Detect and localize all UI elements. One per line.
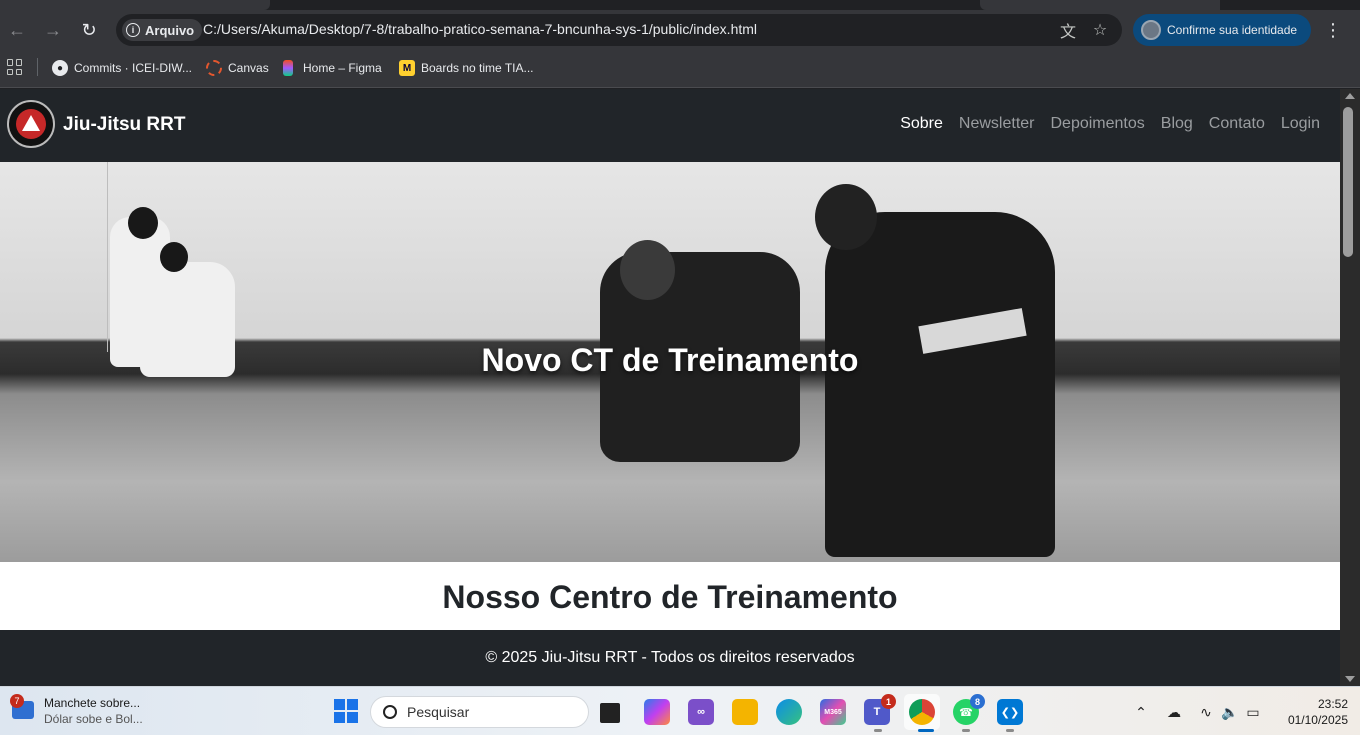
bookmark-label: Boards no time TIA...: [421, 61, 534, 75]
chrome-icon[interactable]: [909, 699, 935, 725]
news-widget[interactable]: 7 Manchete sobre... Dólar sobe e Bol...: [10, 694, 143, 727]
nav-link-blog[interactable]: Blog: [1161, 115, 1193, 133]
forward-arrow-icon[interactable]: →: [41, 18, 65, 42]
bookmark-figma[interactable]: Home – Figma: [283, 58, 382, 78]
cloud-off-icon[interactable]: ☁: [1164, 701, 1184, 723]
identity-button[interactable]: Confirme sua identidade: [1133, 14, 1311, 46]
bookmarks-divider: [37, 58, 38, 76]
site-info-chip[interactable]: i Arquivo: [122, 19, 203, 41]
scrollbar-thumb[interactable]: [1343, 107, 1353, 257]
search-placeholder: Pesquisar: [407, 704, 470, 720]
clock-date: 01/10/2025: [1287, 713, 1348, 727]
vscode-icon[interactable]: ❮❯: [997, 699, 1023, 725]
active-tab-edge[interactable]: [0, 0, 270, 10]
news-badge: 7: [10, 694, 24, 708]
miro-icon: M: [399, 60, 415, 76]
news-icon: 7: [10, 694, 34, 719]
chrome-running-indicator: [918, 729, 934, 732]
whatsapp-icon[interactable]: ☎ 8: [953, 694, 985, 725]
logo-triangle: [22, 115, 40, 131]
system-clock[interactable]: 23:52 01/10/2025: [1272, 696, 1348, 728]
hero-fighter-kneeling: [825, 212, 1055, 557]
task-view-icon[interactable]: [600, 703, 620, 723]
whatsapp-running-indicator: [962, 729, 970, 732]
page-scrollbar[interactable]: [1340, 89, 1360, 686]
hero-fighter-head: [128, 207, 158, 239]
whatsapp-badge: 8: [970, 694, 985, 709]
news-subtitle: Dólar sobe e Bol...: [44, 712, 143, 726]
menu-kebab-icon[interactable]: ⋮: [1324, 18, 1342, 42]
bookmark-label: Home – Figma: [303, 61, 382, 75]
teams-badge: 1: [881, 694, 896, 709]
scroll-up-icon[interactable]: [1345, 93, 1355, 99]
figma-icon: [283, 60, 293, 76]
page-viewport: Jiu-Jitsu RRT Sobre Newsletter Depoiment…: [0, 89, 1340, 686]
reload-icon[interactable]: ↻: [77, 18, 101, 42]
github-icon: ●: [52, 60, 68, 76]
translate-icon[interactable]: 文: [1058, 20, 1078, 41]
scroll-down-icon[interactable]: [1345, 676, 1355, 682]
nav-link-newsletter[interactable]: Newsletter: [959, 115, 1035, 133]
file-explorer-icon[interactable]: [732, 699, 758, 725]
section-title: Nosso Centro de Treinamento: [442, 579, 898, 615]
star-icon[interactable]: ☆: [1090, 20, 1110, 40]
search-icon: [383, 705, 397, 719]
inactive-tab-edge[interactable]: [980, 0, 1220, 10]
bookmark-miro[interactable]: M Boards no time TIA...: [399, 58, 534, 78]
copilot-icon[interactable]: [644, 699, 670, 725]
news-title: Manchete sobre...: [44, 696, 141, 710]
apps-grid-icon[interactable]: [7, 59, 23, 75]
edge-icon[interactable]: [776, 699, 802, 725]
site-footer: © 2025 Jiu-Jitsu RRT - Todos os direitos…: [0, 630, 1340, 686]
info-icon: i: [126, 23, 140, 37]
nav-link-sobre[interactable]: Sobre: [900, 115, 943, 133]
brand-logo[interactable]: [7, 100, 55, 148]
battery-icon[interactable]: ▭: [1244, 701, 1262, 723]
profile-avatar: [1141, 20, 1161, 40]
identity-label: Confirme sua identidade: [1167, 23, 1298, 37]
hero-banner: Novo CT de Treinamento: [0, 162, 1340, 562]
taskbar-search[interactable]: Pesquisar: [370, 696, 589, 728]
bookmark-label: Canvas: [228, 61, 269, 75]
hero-fighter-head: [620, 240, 675, 300]
nav-link-login[interactable]: Login: [1281, 115, 1320, 133]
taskbar: 7 Manchete sobre... Dólar sobe e Bol... …: [0, 686, 1360, 735]
vscode-running-indicator: [1006, 729, 1014, 732]
bookmark-commits[interactable]: ● Commits · ICEI-DIW...: [52, 58, 192, 78]
brand-name[interactable]: Jiu-Jitsu RRT: [63, 114, 185, 136]
m365-icon[interactable]: M365: [820, 699, 846, 725]
volume-icon[interactable]: 🔈: [1220, 701, 1240, 723]
chevron-up-icon[interactable]: ⌃: [1134, 701, 1148, 723]
site-chip-label: Arquivo: [145, 22, 195, 38]
hero-title: Novo CT de Treinamento: [481, 342, 859, 378]
site-navbar: Jiu-Jitsu RRT Sobre Newsletter Depoiment…: [0, 89, 1340, 162]
teams-icon[interactable]: T 1: [864, 694, 896, 725]
visual-studio-icon[interactable]: ∞: [688, 699, 714, 725]
hero-wall-edge: [107, 162, 108, 352]
wifi-icon[interactable]: ∿: [1196, 701, 1216, 723]
canvas-icon: [206, 60, 222, 76]
hero-fighter-head: [160, 242, 188, 272]
clock-time: 23:52: [1317, 697, 1348, 711]
url-text[interactable]: C:/Users/Akuma/Desktop/7-8/trabalho-prat…: [203, 21, 757, 37]
back-arrow-icon[interactable]: ←: [5, 18, 29, 42]
site-nav-links: Sobre Newsletter Depoimentos Blog Contat…: [900, 115, 1320, 133]
windows-start-icon[interactable]: [334, 699, 358, 723]
footer-copyright: © 2025 Jiu-Jitsu RRT - Todos os direitos…: [485, 649, 855, 666]
hero-fighter-head: [815, 184, 877, 250]
nav-link-depoimentos[interactable]: Depoimentos: [1050, 115, 1144, 133]
bookmark-label: Commits · ICEI-DIW...: [74, 61, 192, 75]
bookmarks-bar: ● Commits · ICEI-DIW... Canvas Home – Fi…: [0, 48, 1360, 88]
bookmark-canvas[interactable]: Canvas: [206, 58, 269, 78]
teams-running-indicator: [874, 729, 882, 732]
nav-link-contato[interactable]: Contato: [1209, 115, 1265, 133]
